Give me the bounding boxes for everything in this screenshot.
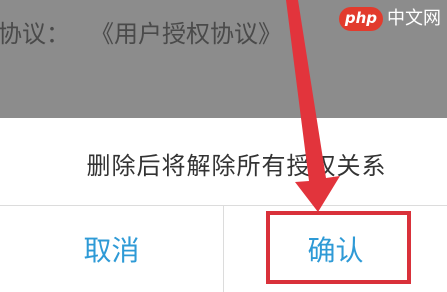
watermark-text: 中文网 (387, 8, 441, 29)
dialog-message: 删除后将解除所有授权关系 (86, 152, 387, 180)
dimmed-backdrop[interactable]: 协议： 《用户授权协议》 php 中文网 (0, 0, 447, 118)
red-highlight-box (266, 211, 411, 284)
agreement-row: 协议： 《用户授权协议》 (0, 14, 282, 54)
agreement-prefix: 协议： (0, 20, 70, 48)
watermark: php 中文网 (338, 6, 441, 32)
screen: 协议： 《用户授权协议》 php 中文网 删除后将解除所有授权关系 取消 确认 (0, 0, 447, 292)
cancel-button[interactable]: 取消 (0, 206, 223, 292)
agreement-link: 《用户授权协议》 (102, 20, 282, 48)
php-logo: php (338, 7, 383, 31)
